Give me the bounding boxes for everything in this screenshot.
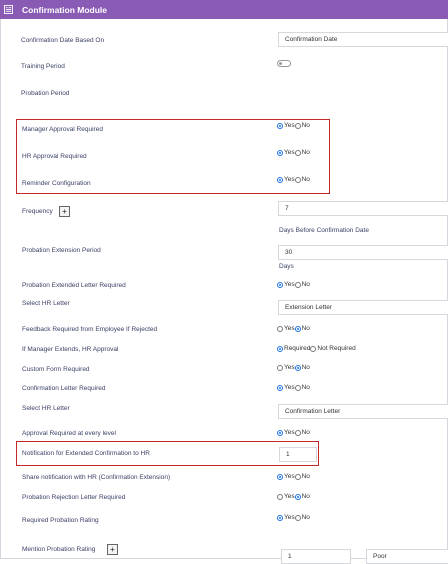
training-period-label: Training Period	[21, 63, 65, 70]
extension-unit: Days	[279, 263, 294, 270]
no-label: No	[301, 514, 310, 521]
custom-form-label: Custom Form Required	[22, 366, 90, 373]
rating-value-input[interactable]: 1	[281, 549, 351, 564]
share-notification-radios: Yes No	[277, 473, 310, 480]
share-notification-label: Share notification with HR (Confirmation…	[22, 474, 171, 481]
module-icon	[4, 5, 13, 14]
mention-rating-label: Mention Probation Rating	[22, 546, 96, 553]
yes-label: Yes	[284, 364, 295, 371]
no-label: No	[301, 429, 310, 436]
required-rating-label: Required Probation Rating	[22, 517, 99, 524]
required-rating-yes-radio[interactable]	[277, 514, 283, 521]
custom-form-yes-radio[interactable]	[277, 364, 283, 371]
no-label: No	[301, 384, 310, 391]
custom-form-no-radio[interactable]	[294, 364, 301, 371]
hr-approval-radios: Yes No	[277, 149, 310, 156]
no-label: No	[301, 364, 310, 371]
days-before-note: Days Before Confirmation Date	[279, 227, 369, 234]
hr-approval-label: HR Approval Required	[22, 153, 87, 160]
extended-letter-radios: Yes No	[277, 281, 310, 288]
rating-add-button[interactable]: +	[107, 544, 118, 555]
module-title: Confirmation Module	[22, 4, 107, 15]
manager-approval-radios: Yes No	[277, 122, 310, 129]
probation-extension-label: Probation Extension Period	[22, 247, 101, 254]
required-label: Required	[284, 345, 311, 352]
confirmation-date-label: Confirmation Date Based On	[21, 37, 105, 44]
yes-label: Yes	[284, 429, 295, 436]
feedback-no-radio[interactable]	[294, 325, 301, 332]
confirmation-letter-yes-radio[interactable]	[277, 384, 283, 391]
yes-label: Yes	[284, 514, 295, 521]
approval-every-level-label: Approval Required at every level	[22, 430, 116, 437]
confirmation-letter-radios: Yes No	[277, 384, 310, 391]
frequency-label: Frequency	[22, 208, 53, 215]
reminder-no-radio[interactable]	[294, 176, 301, 183]
confirmation-letter-label: Confirmation Letter Required	[22, 385, 106, 392]
reminder-yes-radio[interactable]	[277, 176, 283, 183]
extended-letter-no-radio[interactable]	[294, 281, 301, 288]
feedback-required-label: Feedback Required from Employee If Rejec…	[22, 326, 158, 333]
no-label: No	[301, 281, 310, 288]
yes-label: Yes	[284, 176, 295, 183]
approval-every-level-no-radio[interactable]	[294, 429, 301, 436]
frequency-add-button[interactable]: +	[59, 206, 70, 217]
extended-letter-yes-radio[interactable]	[277, 281, 283, 288]
rejection-letter-label: Probation Rejection Letter Required	[22, 494, 126, 501]
required-rating-radios: Yes No	[277, 514, 310, 521]
yes-label: Yes	[284, 493, 295, 500]
hr-approval-yes-radio[interactable]	[277, 149, 283, 156]
select-hr-letter-label-2: Select HR Letter	[22, 405, 70, 412]
select-hr-letter-label: Select HR Letter	[22, 300, 70, 307]
manager-approval-no-radio[interactable]	[294, 122, 301, 129]
no-label: No	[301, 122, 310, 129]
notification-input[interactable]: 1	[279, 447, 317, 462]
no-label: No	[301, 473, 310, 480]
feedback-yes-radio[interactable]	[277, 325, 283, 332]
no-label: No	[301, 325, 310, 332]
extended-letter-label: Probation Extended Letter Required	[22, 282, 126, 289]
manager-approval-label: Manager Approval Required	[22, 126, 103, 133]
manager-approval-yes-radio[interactable]	[277, 122, 283, 129]
feedback-radios: Yes No	[277, 325, 310, 332]
share-notification-no-radio[interactable]	[294, 473, 301, 480]
hr-approval-no-radio[interactable]	[294, 149, 301, 156]
manager-extends-label: If Manager Extends, HR Approval	[22, 346, 119, 353]
training-period-toggle[interactable]	[277, 60, 291, 67]
yes-label: Yes	[284, 325, 295, 332]
rejection-letter-yes-radio[interactable]	[277, 493, 283, 500]
confirmation-date-select[interactable]: Confirmation Date	[278, 32, 448, 47]
yes-label: Yes	[284, 149, 295, 156]
module-header: Confirmation Module	[0, 0, 448, 19]
rating-grade-select[interactable]: Poor	[366, 549, 448, 564]
required-rating-no-radio[interactable]	[294, 514, 301, 521]
probation-period-label: Probation Period	[21, 90, 70, 97]
no-label: No	[301, 493, 310, 500]
confirmation-letter-no-radio[interactable]	[294, 384, 301, 391]
reminder-configuration-label: Reminder Configuration	[22, 180, 91, 187]
notification-extended-label: Notification for Extended Confirmation t…	[22, 450, 150, 457]
no-label: No	[301, 149, 310, 156]
hr-letter-select-2[interactable]: Confirmation Letter	[278, 404, 448, 419]
yes-label: Yes	[284, 473, 295, 480]
not-required-label: Not Required	[317, 345, 356, 352]
yes-label: Yes	[284, 281, 295, 288]
approval-every-level-yes-radio[interactable]	[277, 429, 283, 436]
rejection-letter-no-radio[interactable]	[294, 493, 301, 500]
hr-letter-select[interactable]: Extension Letter	[278, 300, 448, 315]
approval-every-level-radios: Yes No	[277, 429, 310, 436]
custom-form-radios: Yes No	[277, 364, 310, 371]
yes-label: Yes	[284, 384, 295, 391]
probation-extension-input[interactable]: 30	[278, 245, 448, 260]
no-label: No	[301, 176, 310, 183]
yes-label: Yes	[284, 122, 295, 129]
rejection-letter-radios: Yes No	[277, 493, 310, 500]
share-notification-yes-radio[interactable]	[277, 473, 283, 480]
not-required-radio[interactable]	[310, 345, 317, 352]
frequency-input[interactable]: 7	[278, 201, 448, 216]
required-radio[interactable]	[277, 345, 283, 352]
reminder-configuration-radios: Yes No	[277, 176, 310, 183]
manager-extends-radios: Required Not Required	[277, 345, 356, 352]
